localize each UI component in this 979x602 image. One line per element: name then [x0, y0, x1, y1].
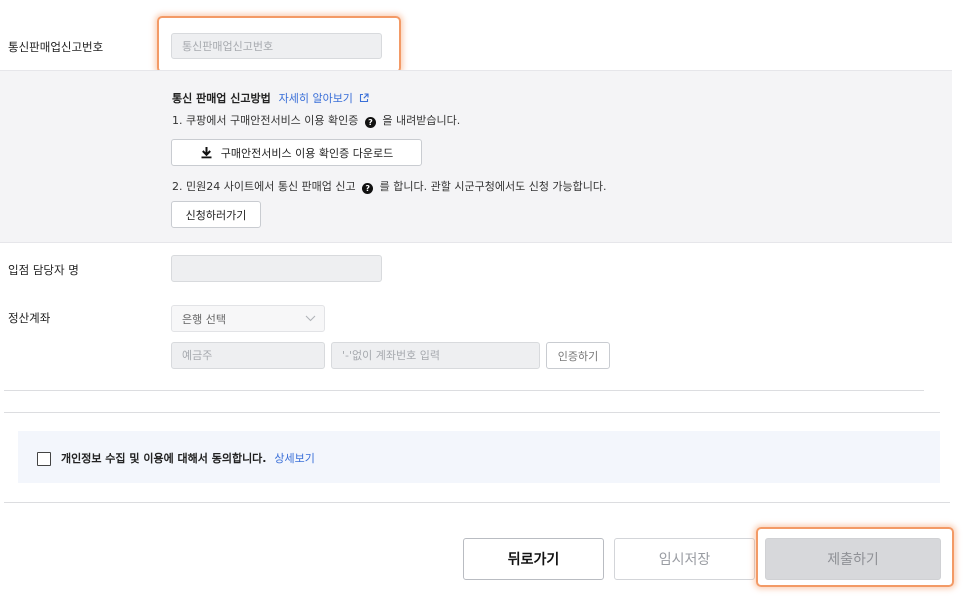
question-icon[interactable]: ? — [362, 183, 374, 194]
verify-account-button[interactable]: 인증하기 — [546, 342, 610, 369]
guide-step-2: 2. 민원24 사이트에서 통신 판매업 신고 ? 를 합니다. 관할 시군구청… — [172, 178, 607, 194]
question-icon[interactable]: ? — [364, 117, 376, 128]
agreement-row: 개인정보 수집 및 이용에 대해서 동의합니다. 상세보기 — [61, 450, 315, 466]
agreement-detail-link[interactable]: 상세보기 — [274, 452, 314, 465]
step1-text: 1. 쿠팡에서 구매안전서비스 이용 확인증 — [172, 114, 359, 127]
registration-guide-box — [0, 70, 952, 243]
guide-step-1: 1. 쿠팡에서 구매안전서비스 이용 확인증 ? 을 내려받습니다. — [172, 112, 460, 128]
agreement-label: 개인정보 수집 및 이용에 대해서 동의합니다. — [61, 452, 267, 465]
back-button[interactable]: 뒤로가기 — [463, 538, 604, 580]
section-divider — [4, 412, 940, 413]
section-divider — [4, 390, 924, 391]
learn-more-text: 자세히 알아보기 — [278, 92, 353, 105]
submit-button[interactable]: 제출하기 — [765, 538, 941, 580]
step2-text-end: 를 합니다. 관할 시군구청에서도 신청 가능합니다. — [379, 180, 607, 193]
step1-text-end: 을 내려받습니다. — [382, 114, 461, 127]
temp-save-button[interactable]: 임시저장 — [614, 538, 755, 580]
telecom-number-input[interactable] — [171, 33, 382, 59]
account-number-input[interactable] — [331, 342, 540, 369]
step2-text: 2. 민원24 사이트에서 통신 판매업 신고 — [172, 180, 356, 193]
learn-more-link[interactable]: 자세히 알아보기 — [279, 92, 370, 105]
guide-title: 통신 판매업 신고방법 자세히 알아보기 — [172, 90, 369, 106]
section-divider — [4, 502, 950, 503]
apply-button[interactable]: 신청하러가기 — [171, 201, 261, 228]
download-certificate-button[interactable]: 구매안전서비스 이용 확인증 다운로드 — [171, 139, 422, 166]
telecom-number-label: 통신판매업신고번호 — [8, 40, 104, 54]
bank-select-value: 은행 선택 — [182, 312, 226, 326]
download-button-label: 구매안전서비스 이용 확인증 다운로드 — [220, 146, 394, 160]
manager-name-input[interactable] — [171, 255, 382, 282]
account-holder-input[interactable] — [171, 342, 325, 369]
download-icon — [201, 147, 212, 159]
guide-title-text: 통신 판매업 신고방법 — [172, 92, 271, 105]
agreement-checkbox[interactable] — [37, 452, 51, 466]
bank-select[interactable]: 은행 선택 — [171, 305, 325, 332]
manager-name-label: 입점 담당자 명 — [8, 263, 79, 277]
external-link-icon — [360, 93, 369, 103]
chevron-down-icon — [305, 315, 316, 322]
settlement-account-label: 정산계좌 — [8, 311, 51, 325]
